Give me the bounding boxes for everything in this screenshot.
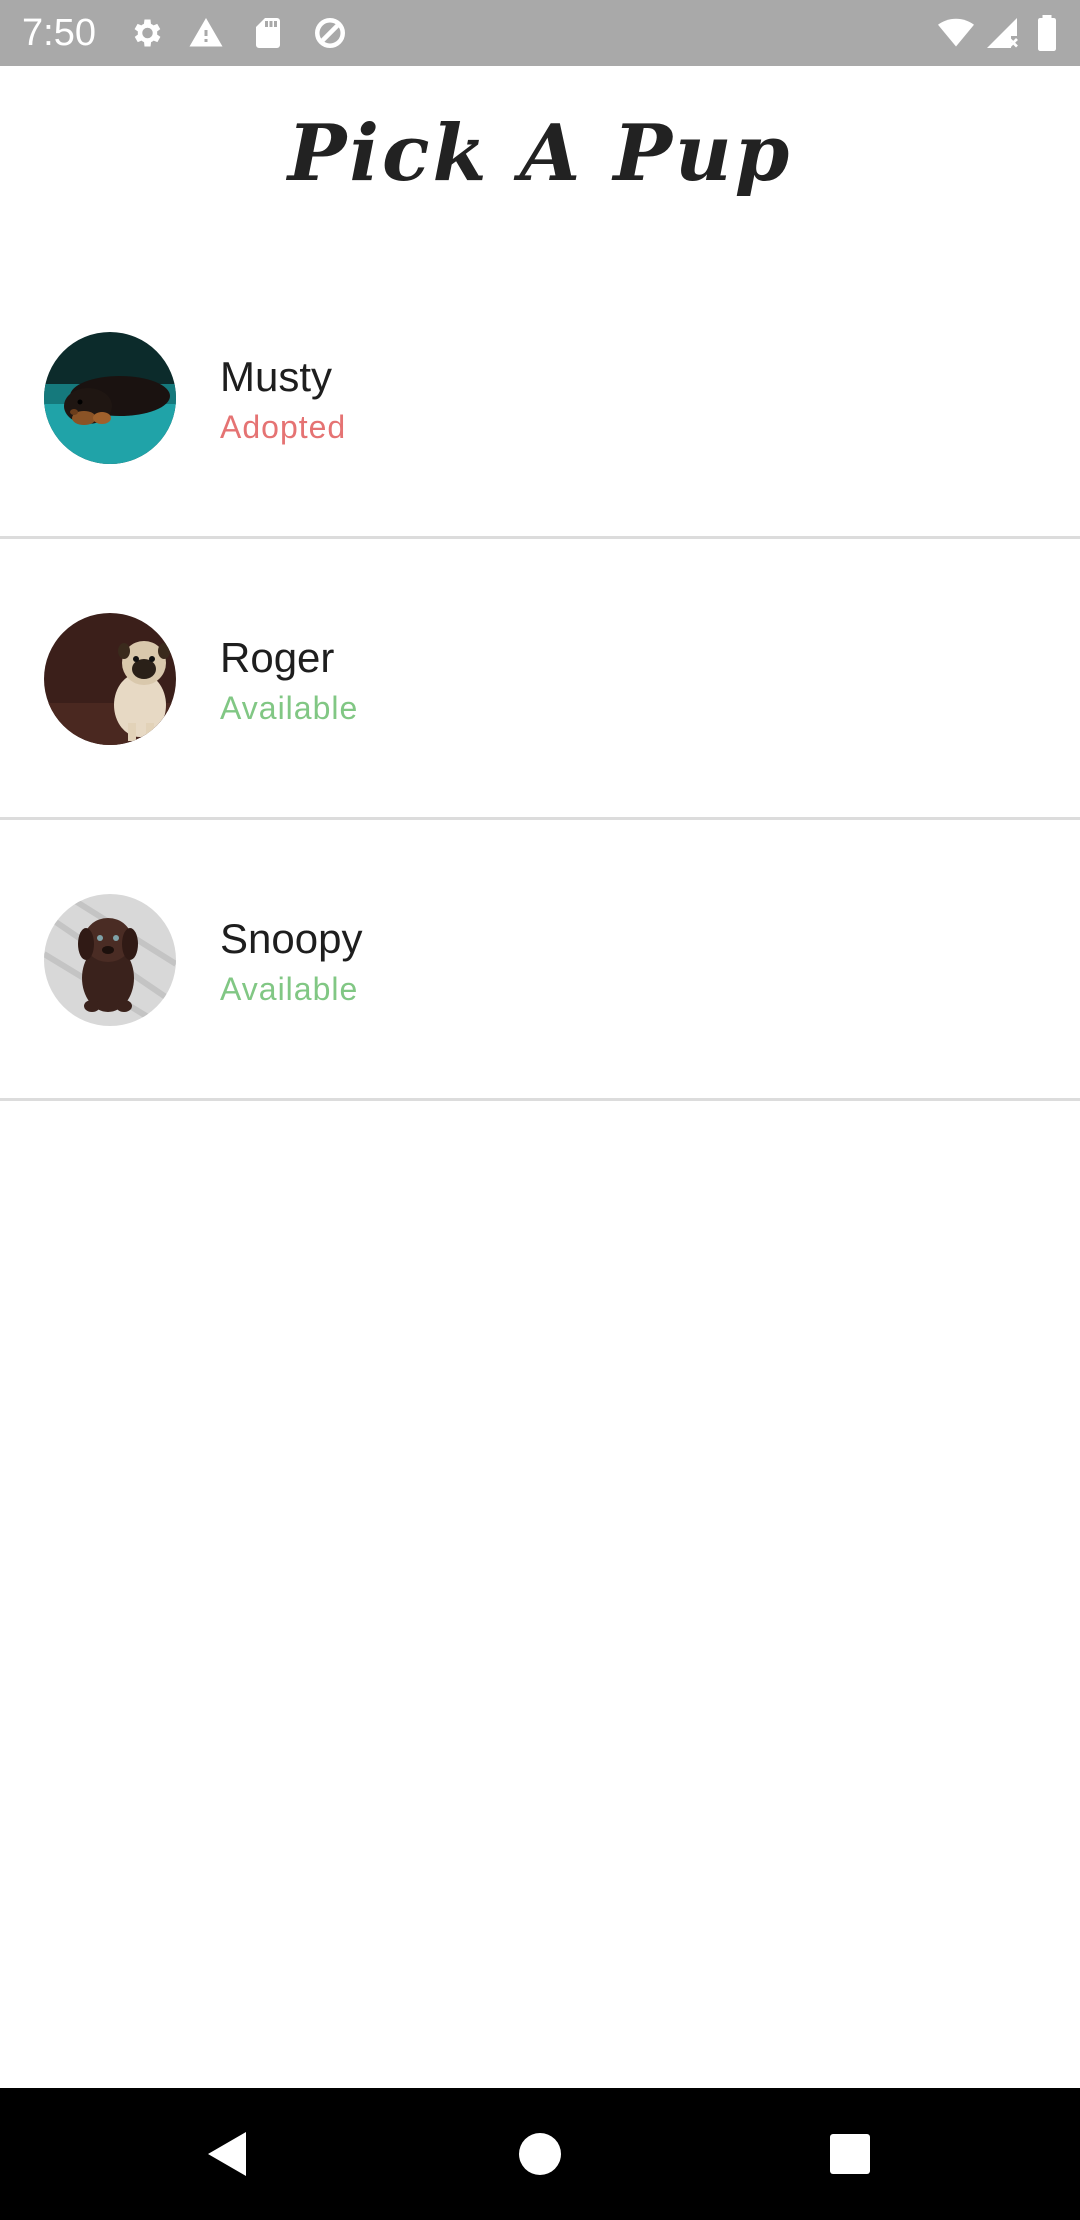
chocolate-puppy-photo [44, 894, 176, 1026]
list-item[interactable]: Roger Available [0, 539, 1080, 820]
dachshund-on-teal-photo [44, 332, 176, 464]
pup-status: Available [220, 971, 359, 1007]
cell-signal-icon [984, 15, 1020, 51]
pup-status: Available [220, 690, 359, 726]
list-item[interactable]: Musty Adopted [0, 258, 1080, 539]
warning-icon [188, 15, 224, 51]
pup-status: Adopted [220, 409, 347, 445]
pup-name: Musty [220, 353, 333, 400]
battery-icon [1032, 15, 1062, 51]
pup-name: Roger [220, 634, 335, 681]
pug-photo [44, 613, 176, 745]
status-bar: 7:50 [0, 0, 1080, 66]
gear-icon [128, 15, 164, 51]
wifi-icon [936, 15, 976, 51]
back-icon[interactable] [200, 2124, 260, 2184]
list-item[interactable]: Snoopy Available [0, 820, 1080, 1101]
status-time: 7:50 [22, 12, 96, 54]
navigation-bar [0, 2088, 1080, 2220]
pup-name: Snoopy [220, 915, 363, 962]
page-title: Pick A Pup [287, 108, 793, 199]
pup-list: Musty Adopted Roger Available Snoopy Ava… [0, 258, 1080, 1101]
data-saver-icon [312, 15, 348, 51]
recents-icon[interactable] [820, 2124, 880, 2184]
home-icon[interactable] [510, 2124, 570, 2184]
sd-card-icon [250, 15, 286, 51]
